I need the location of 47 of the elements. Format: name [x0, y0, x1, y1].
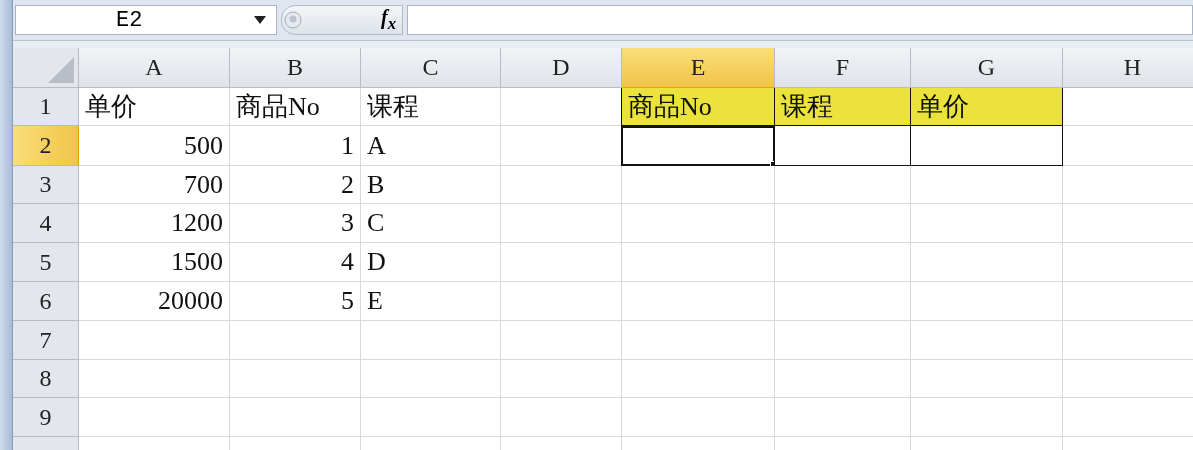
- row-header[interactable]: 4: [13, 204, 79, 243]
- table-cell[interactable]: B: [361, 166, 501, 204]
- table-cell[interactable]: 700: [79, 166, 230, 204]
- table-cell[interactable]: 1500: [79, 243, 230, 282]
- table-cell[interactable]: E: [361, 282, 501, 321]
- row-header[interactable]: 7: [13, 321, 79, 360]
- table-cell[interactable]: 1: [230, 126, 361, 166]
- table-cell[interactable]: 20000: [79, 282, 230, 321]
- table-cell[interactable]: 单价: [910, 88, 1063, 126]
- triangle-icon: [48, 57, 74, 83]
- column-header[interactable]: F: [775, 48, 911, 88]
- row-header[interactable]: 6: [13, 282, 79, 321]
- table-cell[interactable]: 2: [230, 166, 361, 204]
- row-header[interactable]: 9: [13, 398, 79, 437]
- select-all-button[interactable]: [13, 48, 79, 88]
- table-cell[interactable]: 5: [230, 282, 361, 321]
- table-cell[interactable]: 商品No: [621, 88, 775, 126]
- table-cell[interactable]: 1200: [79, 204, 230, 243]
- active-cell[interactable]: [621, 126, 775, 166]
- formula-input[interactable]: [407, 5, 1193, 35]
- table-cell[interactable]: 商品No: [230, 88, 361, 126]
- row-header[interactable]: 1: [13, 88, 79, 126]
- column-header[interactable]: B: [230, 48, 361, 88]
- column-header[interactable]: A: [79, 48, 230, 88]
- insert-function-button[interactable]: f$_{x}$: [381, 6, 396, 34]
- name-box[interactable]: E2: [15, 5, 277, 35]
- table-cell[interactable]: C: [361, 204, 501, 243]
- row-header[interactable]: 3: [13, 166, 79, 204]
- table-cell[interactable]: 4: [230, 243, 361, 282]
- row-header[interactable]: 2: [13, 126, 79, 166]
- column-header[interactable]: G: [911, 48, 1063, 88]
- column-header[interactable]: C: [361, 48, 501, 88]
- table-cell[interactable]: D: [361, 243, 501, 282]
- table-cell[interactable]: A: [361, 126, 501, 166]
- column-header[interactable]: E: [622, 48, 775, 88]
- table-cell[interactable]: 课程: [361, 88, 501, 126]
- column-header[interactable]: H: [1063, 48, 1193, 88]
- row-header[interactable]: 5: [13, 243, 79, 282]
- column-header[interactable]: D: [501, 48, 622, 88]
- table-cell[interactable]: 3: [230, 204, 361, 243]
- grip-icon[interactable]: [284, 11, 302, 29]
- cell-reference: E2: [116, 7, 144, 33]
- table-cell[interactable]: 单价: [79, 88, 230, 126]
- table-cell[interactable]: 课程: [774, 88, 911, 126]
- table-cell[interactable]: 500: [79, 126, 230, 166]
- dropdown-caret-icon[interactable]: [254, 16, 266, 24]
- row-header[interactable]: 8: [13, 360, 79, 398]
